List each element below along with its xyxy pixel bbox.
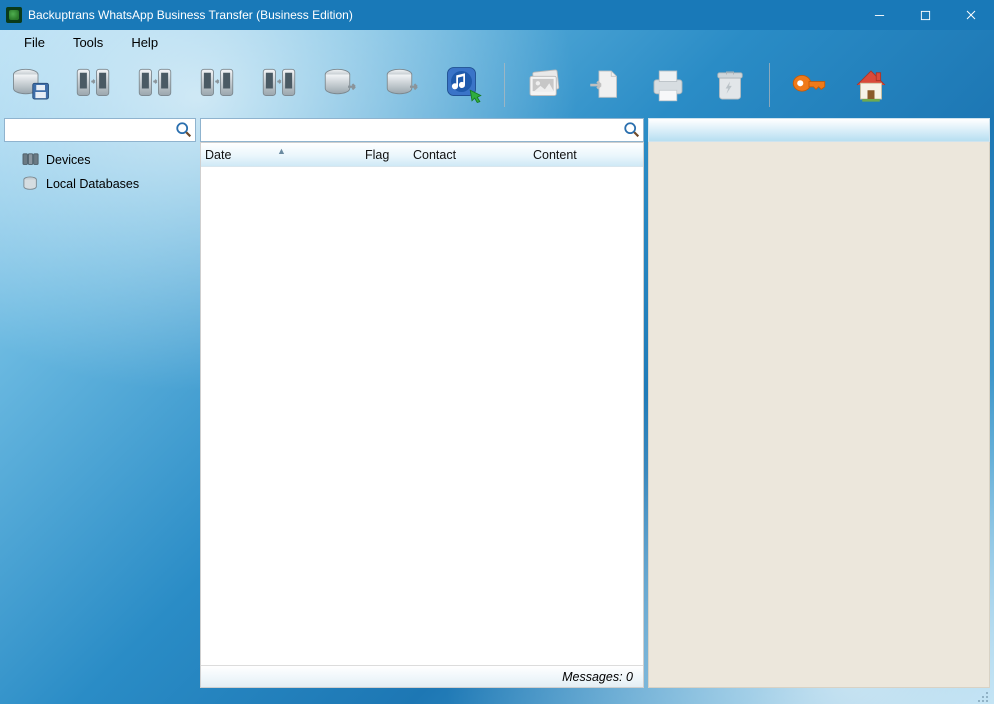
main-search-input[interactable] — [201, 123, 621, 137]
toolbar-backup-db[interactable] — [8, 62, 54, 108]
sidebar-search — [4, 118, 196, 142]
preview-body — [648, 142, 990, 688]
toolbar-export-file[interactable] — [583, 62, 629, 108]
maximize-button[interactable] — [902, 0, 948, 30]
phone-transfer-icon — [134, 64, 176, 106]
sidebar-item-label: Devices — [46, 153, 90, 167]
phone-transfer-icon — [72, 64, 114, 106]
sort-asc-icon: ▲ — [277, 146, 286, 156]
toolbar-phone-transfer-3[interactable] — [194, 62, 240, 108]
sidebar-search-button[interactable] — [173, 119, 195, 141]
toolbar-phone-transfer-4[interactable] — [256, 62, 302, 108]
minimize-button[interactable] — [856, 0, 902, 30]
main-search — [200, 118, 644, 142]
close-button[interactable] — [948, 0, 994, 30]
sidebar-tree: Devices Local Databases — [4, 142, 196, 688]
column-content[interactable]: Content — [529, 148, 643, 162]
preview-header — [648, 118, 990, 142]
sidebar-item-devices[interactable]: Devices — [4, 148, 196, 172]
recycle-bin-icon — [709, 64, 751, 106]
devices-icon — [22, 152, 40, 168]
file-export-icon — [585, 64, 627, 106]
window-title: Backuptrans WhatsApp Business Transfer (… — [28, 8, 353, 22]
column-date[interactable]: Date ▲ — [201, 148, 361, 162]
phone-transfer-icon — [258, 64, 300, 106]
database-export-icon — [382, 64, 424, 106]
home-icon — [850, 64, 892, 106]
status-bar: Messages: 0 — [201, 665, 643, 687]
menu-help[interactable]: Help — [131, 35, 158, 50]
photo-stack-icon — [523, 64, 565, 106]
menu-tools[interactable]: Tools — [73, 35, 103, 50]
table-body — [201, 167, 643, 665]
database-save-icon — [10, 64, 52, 106]
toolbar-itunes-import[interactable] — [442, 62, 488, 108]
toolbar — [0, 54, 994, 118]
resize-grip[interactable] — [976, 692, 990, 704]
toolbar-print[interactable] — [645, 62, 691, 108]
footer — [0, 692, 994, 704]
messages-table: Date ▲ Flag Contact Content Messages: 0 — [200, 142, 644, 688]
database-export-icon — [320, 64, 362, 106]
table-header: Date ▲ Flag Contact Content — [201, 143, 643, 167]
column-contact[interactable]: Contact — [409, 148, 529, 162]
main-panel: Date ▲ Flag Contact Content Messages: 0 — [200, 118, 644, 688]
search-icon — [175, 121, 193, 139]
toolbar-delete[interactable] — [707, 62, 753, 108]
title-bar: Backuptrans WhatsApp Business Transfer (… — [0, 0, 994, 30]
menu-file[interactable]: File — [24, 35, 45, 50]
sidebar-search-input[interactable] — [5, 123, 173, 137]
preview-panel — [648, 118, 990, 688]
toolbar-register[interactable] — [786, 62, 832, 108]
app-icon — [6, 7, 22, 23]
toolbar-db-export-1[interactable] — [318, 62, 364, 108]
toolbar-home[interactable] — [848, 62, 894, 108]
toolbar-media[interactable] — [521, 62, 567, 108]
menu-bar: File Tools Help — [0, 30, 994, 54]
database-icon — [22, 176, 40, 192]
phone-transfer-icon — [196, 64, 238, 106]
toolbar-db-export-2[interactable] — [380, 62, 426, 108]
itunes-import-icon — [444, 64, 486, 106]
toolbar-phone-transfer-1[interactable] — [70, 62, 116, 108]
status-label: Messages: — [562, 670, 622, 684]
printer-icon — [647, 64, 689, 106]
toolbar-separator — [504, 63, 505, 107]
sidebar: Devices Local Databases — [4, 118, 196, 688]
search-icon — [623, 121, 641, 139]
sidebar-item-local-databases[interactable]: Local Databases — [4, 172, 196, 196]
key-icon — [788, 64, 830, 106]
column-flag[interactable]: Flag — [361, 148, 409, 162]
status-count: 0 — [626, 670, 633, 684]
toolbar-separator — [769, 63, 770, 107]
sidebar-item-label: Local Databases — [46, 177, 139, 191]
main-search-button[interactable] — [621, 119, 643, 141]
toolbar-phone-transfer-2[interactable] — [132, 62, 178, 108]
